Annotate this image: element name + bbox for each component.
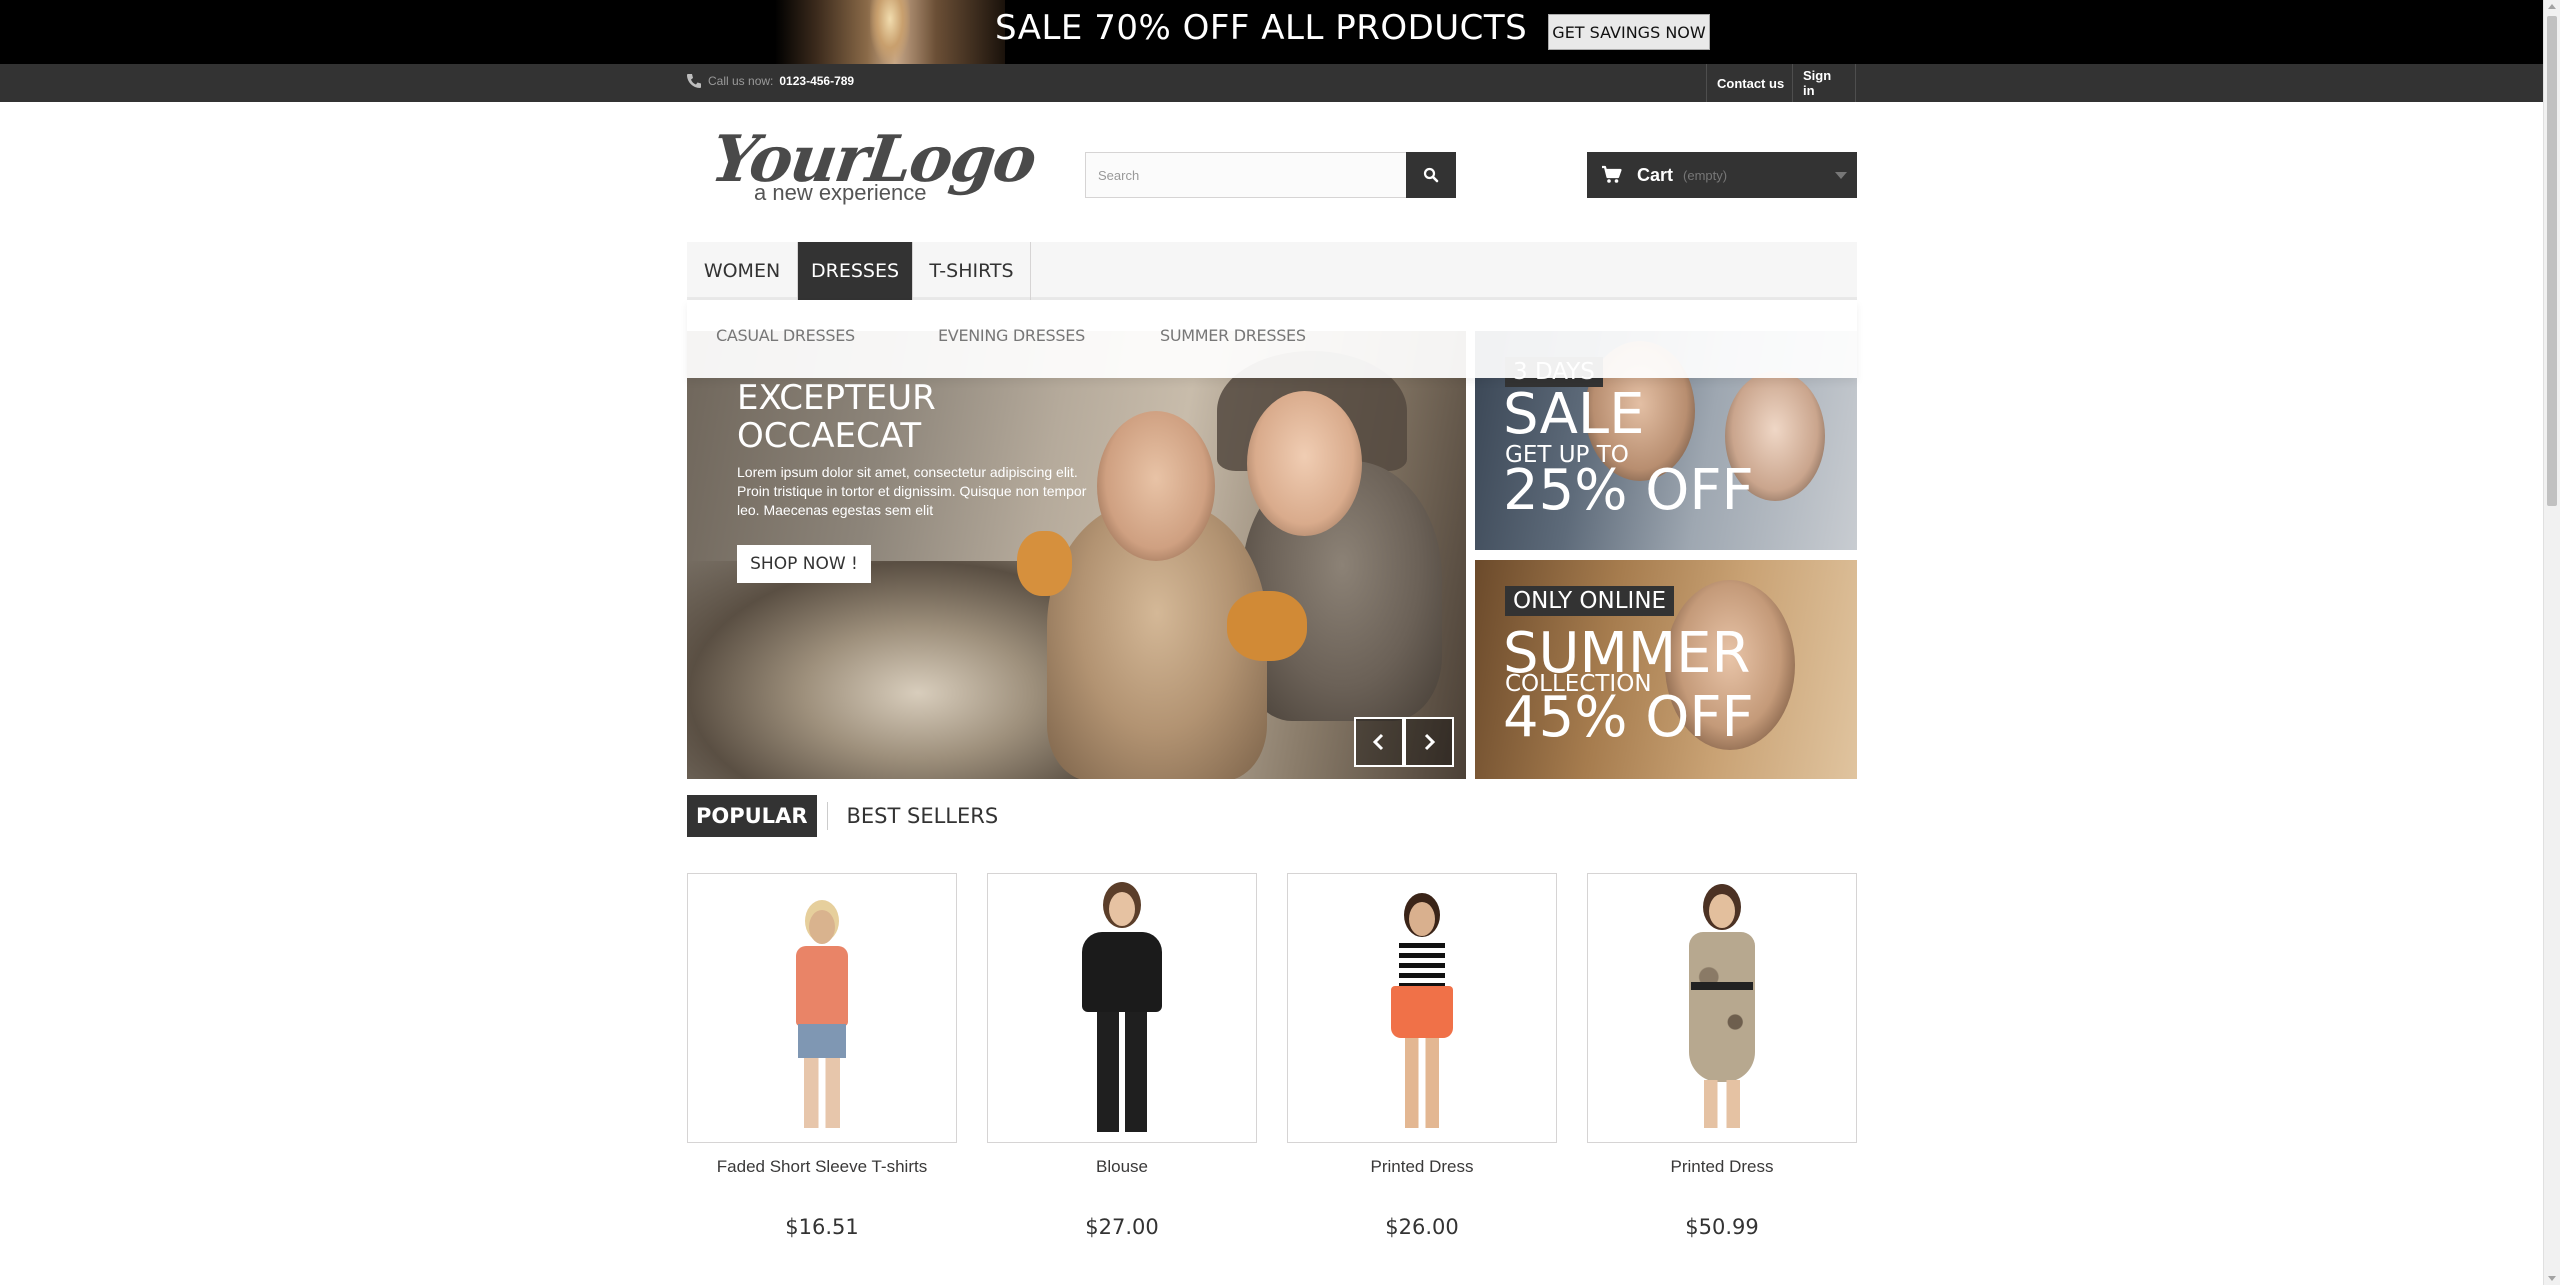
promo-headline: SALE 70% OFF ALL PRODUCTS — [995, 8, 1528, 48]
phone-icon — [687, 74, 701, 88]
product-card[interactable]: Printed Dress $26.00 — [1287, 873, 1557, 1239]
tab-popular[interactable]: POPULAR — [687, 795, 817, 837]
shop-now-button[interactable]: SHOP NOW ! — [737, 545, 871, 583]
banner-discount: 45% OFF — [1503, 685, 1754, 750]
banner-discount: 25% OFF — [1503, 458, 1754, 523]
product-image[interactable] — [1587, 873, 1857, 1143]
call-label: Call us now: — [708, 74, 774, 88]
model-face — [1097, 411, 1215, 561]
product-card[interactable]: Printed Dress $50.99 — [1587, 873, 1857, 1239]
main-menu: WOMEN DRESSES T-SHIRTS — [687, 242, 1857, 300]
product-name[interactable]: Faded Short Sleeve T-shirts — [687, 1157, 957, 1177]
menu-item-dresses[interactable]: DRESSES — [798, 242, 913, 300]
submenu-summer-dresses[interactable]: SUMMER DRESSES — [1160, 326, 1306, 345]
slide-title: EXCEPTEUR OCCAECAT — [737, 378, 936, 456]
site-logo[interactable]: YourLogo a new experience — [707, 122, 1040, 208]
product-image[interactable] — [1287, 873, 1557, 1143]
submenu-evening-dresses[interactable]: EVENING DRESSES — [938, 326, 1085, 345]
submenu-casual-dresses[interactable]: CASUAL DRESSES — [716, 326, 855, 345]
product-price: $26.00 — [1385, 1215, 1459, 1239]
banner-badge: ONLY ONLINE — [1505, 586, 1675, 616]
slider-prev-button[interactable] — [1354, 717, 1404, 767]
contact-us-link[interactable]: Contact us — [1706, 64, 1794, 102]
search-button[interactable] — [1406, 152, 1456, 198]
homepage-slider: EXCEPTEUR OCCAECAT Lorem ipsum dolor sit… — [687, 331, 1466, 779]
product-card[interactable]: Faded Short Sleeve T-shirts $16.51 — [687, 873, 957, 1239]
product-tabs: POPULAR BEST SELLERS — [687, 795, 1007, 837]
chevron-left-icon — [1372, 733, 1384, 751]
top-nav-bar: Call us now: 0123-456-789 Contact us Sig… — [0, 64, 2543, 102]
cart-label: Cart — [1637, 164, 1674, 185]
banner-headline: SALE — [1503, 382, 1645, 447]
product-name[interactable]: Blouse — [987, 1157, 1257, 1177]
product-card[interactable]: Blouse $27.00 — [987, 873, 1257, 1239]
cart-status: (empty) — [1683, 167, 1728, 183]
chevron-down-icon — [1835, 172, 1847, 179]
product-image[interactable] — [987, 873, 1257, 1143]
scroll-up-icon[interactable] — [2548, 4, 2556, 9]
chevron-right-icon — [1424, 733, 1436, 751]
product-price: $50.99 — [1685, 1215, 1759, 1239]
call-us: Call us now: 0123-456-789 — [686, 73, 854, 89]
page-scrollbar[interactable] — [2543, 0, 2560, 1285]
slide-description: Lorem ipsum dolor sit amet, consectetur … — [737, 464, 1087, 518]
logo-tagline: a new experience — [754, 180, 927, 205]
product-name[interactable]: Printed Dress — [1587, 1157, 1857, 1177]
get-savings-button[interactable]: GET SAVINGS NOW — [1548, 14, 1710, 50]
product-price: $16.51 — [785, 1215, 859, 1239]
summer-collection-banner[interactable]: ONLY ONLINE SUMMER COLLECTION 45% OFF — [1475, 560, 1857, 779]
search-input[interactable]: Search — [1085, 152, 1407, 198]
product-image[interactable] — [687, 873, 957, 1143]
search-icon — [1423, 167, 1439, 183]
product-name[interactable]: Printed Dress — [1287, 1157, 1557, 1177]
menu-item-women[interactable]: WOMEN — [687, 242, 798, 300]
slider-next-button[interactable] — [1404, 717, 1454, 767]
dresses-submenu: CASUAL DRESSES EVENING DRESSES SUMMER DR… — [687, 300, 1857, 378]
model-face — [1247, 391, 1362, 536]
phone-number: 0123-456-789 — [779, 74, 855, 88]
scroll-down-icon[interactable] — [2548, 1276, 2556, 1281]
cart-button[interactable]: Cart (empty) — [1587, 152, 1857, 198]
promo-model-image — [775, 0, 1005, 64]
scrollbar-thumb[interactable] — [2547, 16, 2557, 506]
product-price: $27.00 — [1085, 1215, 1159, 1239]
tab-best-sellers[interactable]: BEST SELLERS — [838, 795, 1008, 837]
menu-item-tshirts[interactable]: T-SHIRTS — [913, 242, 1031, 300]
promo-banner[interactable]: SALE 70% OFF ALL PRODUCTS GET SAVINGS NO… — [0, 0, 2543, 64]
sign-in-link[interactable]: Sign in — [1792, 64, 1856, 102]
cart-icon — [1602, 165, 1622, 183]
